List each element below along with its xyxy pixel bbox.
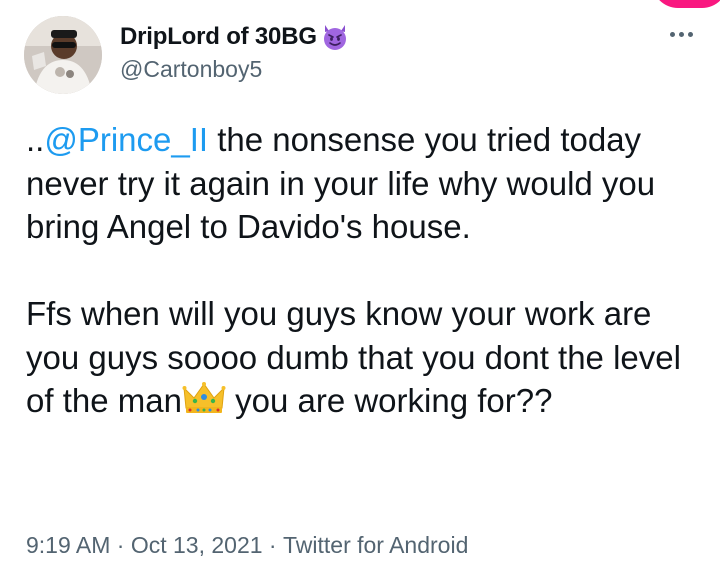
user-handle[interactable]: @Cartonboy5	[120, 56, 262, 83]
more-options-button[interactable]	[664, 22, 698, 46]
mention-link[interactable]: @Prince_II	[44, 121, 208, 158]
meta-separator: ·	[262, 532, 283, 558]
tweet-time[interactable]: 9:19 AM	[26, 532, 110, 559]
tweet-meta: 9:19 AM · Oct 13, 2021 · Twitter for And…	[26, 532, 468, 559]
avatar[interactable]	[24, 16, 102, 94]
display-name[interactable]: DripLord of 30BG	[120, 23, 317, 51]
avatar-photo	[24, 16, 102, 94]
author-name-row[interactable]: DripLord of 30BG	[120, 22, 350, 52]
more-horizontal-icon	[669, 31, 675, 37]
corner-action-button[interactable]	[652, 0, 720, 8]
tweet-source[interactable]: Twitter for Android	[283, 532, 468, 559]
more-dot	[687, 31, 693, 37]
more-dot	[678, 31, 684, 37]
smiling-devil-icon	[320, 22, 350, 52]
tweet-date[interactable]: Oct 13, 2021	[131, 532, 263, 559]
meta-separator: ·	[110, 532, 131, 558]
tweet-card: DripLord of 30BG @Cartonboy5 ..@Prince_I…	[0, 0, 720, 579]
tweet-prefix: ..	[26, 121, 45, 158]
tweet-paragraph-2-end: you are working for??	[225, 382, 553, 419]
tweet-text: ..@Prince_II the nonsense you tried toda…	[26, 118, 706, 423]
crown-icon	[182, 380, 226, 416]
